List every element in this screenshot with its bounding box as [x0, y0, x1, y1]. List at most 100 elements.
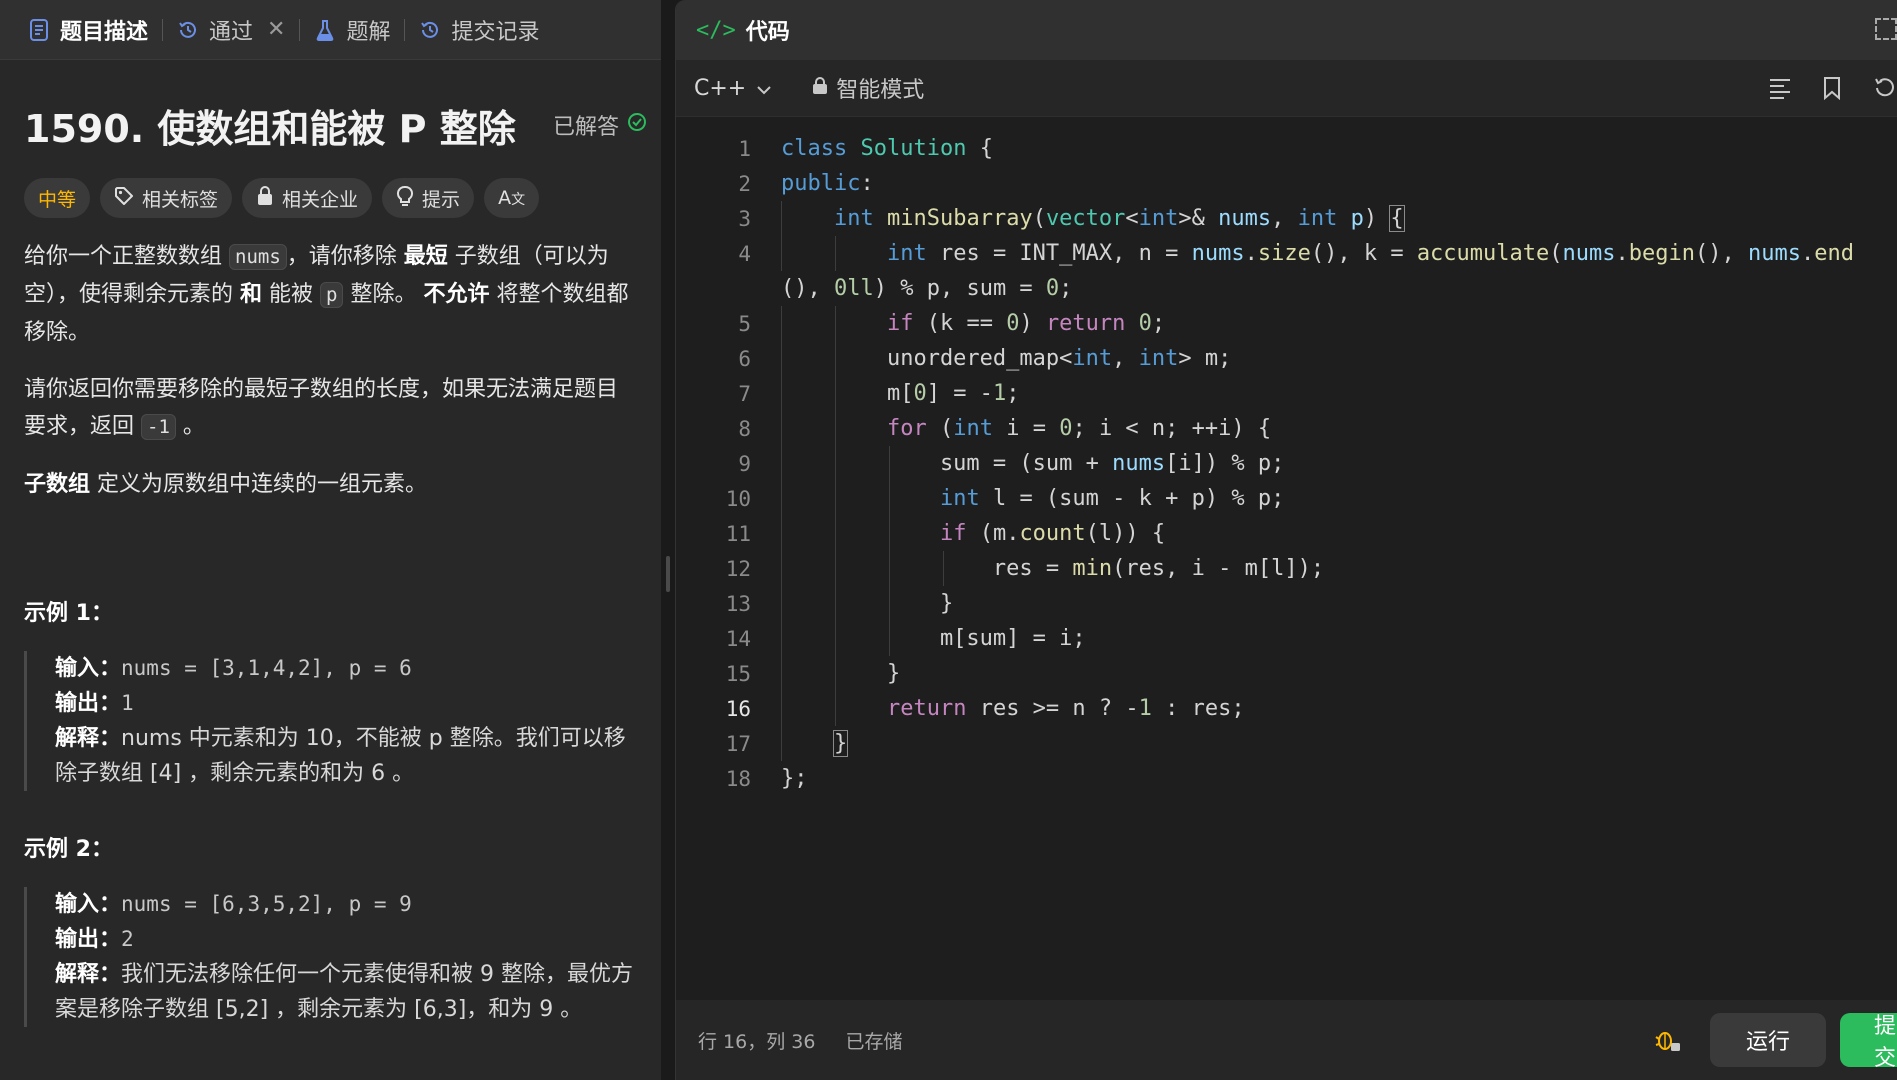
solved-status: 已解答: [553, 109, 647, 141]
output-label: 输出：: [55, 691, 122, 716]
explain-label: 解释：: [55, 726, 122, 751]
code-text: class Solution {: [781, 136, 993, 161]
example-2-title: 示例 2：: [24, 837, 113, 862]
code-line[interactable]: 6 unordered_map<int, int> m;: [676, 341, 1897, 376]
example-output: 2: [121, 927, 134, 951]
debug-icon[interactable]: [1652, 1025, 1682, 1055]
code-line[interactable]: 10 int l = (sum - k + p) % p;: [676, 481, 1897, 516]
text: 定义为原数组中连续的一组元素。: [90, 472, 428, 497]
code-line[interactable]: 2 public:: [676, 166, 1897, 201]
explain-label: 解释：: [55, 962, 122, 987]
code-line[interactable]: 17 }: [676, 726, 1897, 761]
close-icon[interactable]: ✕: [267, 17, 285, 42]
language-select[interactable]: C++: [694, 76, 772, 101]
code-line[interactable]: 12 res = min(res, i - m[l]);: [676, 551, 1897, 586]
code-line[interactable]: 7 m[0] = -1;: [676, 376, 1897, 411]
related-tags-button[interactable]: 相关标签: [100, 178, 233, 218]
code-line[interactable]: 16 return res >= n ? -1 : res;: [676, 691, 1897, 726]
bold-text: 和: [240, 282, 263, 307]
tab-accepted[interactable]: 通过 ✕: [167, 0, 295, 60]
code-text: int l = (sum - k + p) % p;: [939, 486, 1285, 511]
tab-accepted-label: 通过: [209, 19, 254, 45]
solved-label: 已解答: [552, 115, 619, 140]
code-text: int res = INT_MAX, n = nums.size(), k = …: [886, 241, 1854, 266]
related-companies-label: 相关企业: [282, 188, 359, 211]
code-line[interactable]: 3 int minSubarray(vector<int>& nums, int…: [676, 201, 1897, 236]
problem-panel: 题目描述 通过 ✕ 题解 提交记录 1590. 使数组和能被 P 整除 已解答 …: [0, 0, 661, 1080]
tab-solutions[interactable]: 题解: [304, 0, 400, 60]
tab-solutions-label: 题解: [346, 19, 391, 45]
code-line[interactable]: 11 if (m.count(l)) {: [676, 516, 1897, 551]
code-text: if (m.count(l)) {: [939, 521, 1166, 546]
example-output: 1: [121, 691, 134, 715]
translate-button[interactable]: A文: [484, 178, 540, 218]
line-number: 18: [725, 766, 751, 791]
reset-icon[interactable]: [1871, 75, 1897, 101]
line-number: 8: [738, 416, 751, 441]
example-1-box: 输入：nums = [3,1,4,2], p = 6 输出：1 解释：nums …: [24, 651, 637, 791]
tag-icon: [114, 186, 134, 211]
code-line[interactable]: 14 m[sum] = i;: [676, 621, 1897, 656]
status-actions: 运行 提交: [1652, 1013, 1897, 1067]
related-companies-button[interactable]: 相关企业: [242, 178, 373, 218]
tab-description-label: 题目描述: [60, 19, 149, 45]
code-editor[interactable]: 1 class Solution { 2 public: 3 int minSuba…: [676, 131, 1897, 796]
line-number: 6: [738, 346, 751, 371]
line-number: 1: [738, 136, 751, 161]
code-text: if (k == 0) return 0;: [886, 311, 1166, 336]
tab-separator: [162, 18, 164, 41]
check-circle-icon: [627, 112, 647, 138]
tab-separator: [299, 18, 301, 41]
code-line[interactable]: (), 0ll) % p, sum = 0;: [676, 271, 1897, 306]
mode-label: 智能模式: [836, 78, 925, 103]
tab-submissions[interactable]: 提交记录: [409, 0, 549, 60]
text: 请你返回你需要移除的最短子数组的长度，如果无法满足题目要求，返回: [24, 377, 619, 439]
line-number: 10: [725, 486, 751, 511]
code-text: return res >= n ? -1 : res;: [886, 696, 1245, 721]
history-icon: [419, 19, 441, 41]
code-line[interactable]: 4 int res = INT_MAX, n = nums.size(), k …: [676, 236, 1897, 271]
lightbulb-icon: [396, 185, 414, 212]
code-text: }: [832, 730, 849, 757]
difficulty-badge[interactable]: 中等: [24, 178, 91, 218]
code-line[interactable]: 18};: [676, 761, 1897, 796]
line-number: 11: [725, 521, 751, 546]
format-icon[interactable]: [1767, 75, 1793, 101]
bold-text: 不允许: [423, 282, 490, 307]
example-input: nums = [6,3,5,2], p = 9: [121, 892, 412, 916]
output-label: 输出：: [55, 927, 122, 952]
code-minus-one: -1: [141, 414, 176, 440]
line-number: 17: [725, 731, 751, 756]
maximize-icon[interactable]: [1875, 18, 1897, 40]
problem-tabs: 题目描述 通过 ✕ 题解 提交记录: [0, 0, 661, 60]
code-line[interactable]: 1 class Solution {: [676, 131, 1897, 166]
submit-button[interactable]: 提交: [1840, 1013, 1897, 1067]
tab-separator: [404, 18, 406, 41]
description-paragraph-1: 给你一个正整数数组 nums ，请你移除 最短 子数组（可以为空），使得剩余元素的…: [24, 238, 637, 351]
smart-mode-toggle[interactable]: 智能模式: [812, 72, 924, 104]
code-line[interactable]: 8 for (int i = 0; i < n; ++i) {: [676, 411, 1897, 446]
code-line[interactable]: 15 }: [676, 656, 1897, 691]
line-number: 14: [725, 626, 751, 651]
lock-icon: [812, 76, 828, 101]
input-label: 输入：: [55, 892, 122, 917]
related-tags-label: 相关标签: [142, 188, 219, 211]
hints-label: 提示: [422, 188, 461, 211]
bookmark-icon[interactable]: [1819, 75, 1845, 101]
tab-description[interactable]: 题目描述: [18, 0, 158, 60]
save-status: 已存储: [845, 1030, 903, 1053]
panel-resize-handle[interactable]: [661, 0, 675, 1080]
code-text: for (int i = 0; i < n; ++i) {: [886, 416, 1272, 441]
code-line[interactable]: 13 }: [676, 586, 1897, 621]
text: 整除。: [343, 282, 424, 307]
line-number: 3: [738, 206, 751, 231]
hints-button[interactable]: 提示: [382, 178, 475, 218]
problem-title[interactable]: 1590. 使数组和能被 P 整除: [24, 98, 516, 153]
resize-grip[interactable]: [666, 556, 670, 592]
lock-icon: [256, 185, 274, 211]
document-icon: [28, 18, 50, 41]
code-line[interactable]: 9 sum = (sum + nums[i]) % p;: [676, 446, 1897, 481]
run-button[interactable]: 运行: [1710, 1013, 1826, 1067]
code-line[interactable]: 5 if (k == 0) return 0;: [676, 306, 1897, 341]
code-text: }: [781, 661, 901, 686]
